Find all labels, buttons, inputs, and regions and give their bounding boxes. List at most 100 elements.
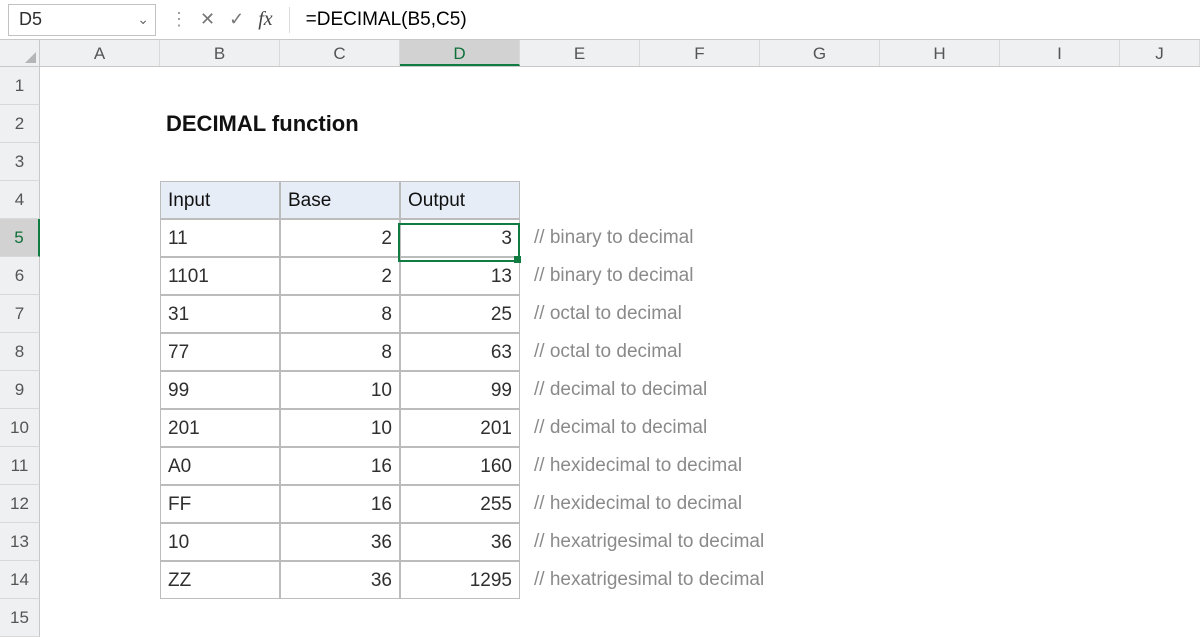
cell-G12[interactable] — [760, 485, 880, 523]
cell-D5[interactable]: 3 — [400, 219, 520, 257]
cell-B1[interactable] — [160, 67, 280, 105]
cell-C9[interactable]: 10 — [280, 371, 400, 409]
cell-B4[interactable]: Input — [160, 181, 280, 219]
cell-J15[interactable] — [1120, 599, 1200, 637]
cell-H7[interactable] — [880, 295, 1000, 333]
cell-B5[interactable]: 11 — [160, 219, 280, 257]
row-header-11[interactable]: 11 — [0, 447, 40, 485]
cell-D6[interactable]: 13 — [400, 257, 520, 295]
cell-D9[interactable]: 99 — [400, 371, 520, 409]
cell-F10[interactable] — [640, 409, 760, 447]
cell-E2[interactable] — [520, 105, 640, 143]
cell-G11[interactable] — [760, 447, 880, 485]
cell-H13[interactable] — [880, 523, 1000, 561]
row-header-2[interactable]: 2 — [0, 105, 40, 143]
column-header-A[interactable]: A — [40, 40, 160, 66]
cell-H6[interactable] — [880, 257, 1000, 295]
cell-J12[interactable] — [1120, 485, 1200, 523]
cell-I4[interactable] — [1000, 181, 1120, 219]
cell-D8[interactable]: 63 — [400, 333, 520, 371]
cell-F14[interactable] — [640, 561, 760, 599]
cell-B7[interactable]: 31 — [160, 295, 280, 333]
cell-D7[interactable]: 25 — [400, 295, 520, 333]
column-header-F[interactable]: F — [640, 40, 760, 66]
cell-I13[interactable] — [1000, 523, 1120, 561]
cell-E7[interactable]: // octal to decimal — [520, 295, 640, 333]
cell-I8[interactable] — [1000, 333, 1120, 371]
cell-I1[interactable] — [1000, 67, 1120, 105]
cell-D4[interactable]: Output — [400, 181, 520, 219]
cell-J5[interactable] — [1120, 219, 1200, 257]
cell-D13[interactable]: 36 — [400, 523, 520, 561]
row-header-4[interactable]: 4 — [0, 181, 40, 219]
cell-A2[interactable] — [40, 105, 160, 143]
cell-C15[interactable] — [280, 599, 400, 637]
column-header-E[interactable]: E — [520, 40, 640, 66]
cell-J9[interactable] — [1120, 371, 1200, 409]
cell-J6[interactable] — [1120, 257, 1200, 295]
row-header-12[interactable]: 12 — [0, 485, 40, 523]
cell-E14[interactable]: // hexatrigesimal to decimal — [520, 561, 640, 599]
cell-H5[interactable] — [880, 219, 1000, 257]
cell-J10[interactable] — [1120, 409, 1200, 447]
cell-A10[interactable] — [40, 409, 160, 447]
cell-D15[interactable] — [400, 599, 520, 637]
cell-D1[interactable] — [400, 67, 520, 105]
drag-handle-icon[interactable]: ⋮ — [170, 9, 186, 30]
cell-H12[interactable] — [880, 485, 1000, 523]
cell-F3[interactable] — [640, 143, 760, 181]
cell-C13[interactable]: 36 — [280, 523, 400, 561]
cell-E13[interactable]: // hexatrigesimal to decimal — [520, 523, 640, 561]
cell-I7[interactable] — [1000, 295, 1120, 333]
column-header-H[interactable]: H — [880, 40, 1000, 66]
cell-A14[interactable] — [40, 561, 160, 599]
row-header-7[interactable]: 7 — [0, 295, 40, 333]
cell-H15[interactable] — [880, 599, 1000, 637]
cell-E15[interactable] — [520, 599, 640, 637]
cell-F8[interactable] — [640, 333, 760, 371]
cell-I11[interactable] — [1000, 447, 1120, 485]
cell-I10[interactable] — [1000, 409, 1120, 447]
cell-B15[interactable] — [160, 599, 280, 637]
cell-A11[interactable] — [40, 447, 160, 485]
cell-C6[interactable]: 2 — [280, 257, 400, 295]
cell-A3[interactable] — [40, 143, 160, 181]
cell-F5[interactable] — [640, 219, 760, 257]
cell-H11[interactable] — [880, 447, 1000, 485]
cell-F15[interactable] — [640, 599, 760, 637]
cell-B10[interactable]: 201 — [160, 409, 280, 447]
cell-G1[interactable] — [760, 67, 880, 105]
cell-G3[interactable] — [760, 143, 880, 181]
row-header-10[interactable]: 10 — [0, 409, 40, 447]
cell-G15[interactable] — [760, 599, 880, 637]
cell-A1[interactable] — [40, 67, 160, 105]
row-header-14[interactable]: 14 — [0, 561, 40, 599]
cell-F12[interactable] — [640, 485, 760, 523]
column-header-D[interactable]: D — [400, 40, 520, 66]
cell-E4[interactable] — [520, 181, 640, 219]
cell-G6[interactable] — [760, 257, 880, 295]
cell-C11[interactable]: 16 — [280, 447, 400, 485]
row-header-9[interactable]: 9 — [0, 371, 40, 409]
cell-H3[interactable] — [880, 143, 1000, 181]
cell-D11[interactable]: 160 — [400, 447, 520, 485]
cell-G7[interactable] — [760, 295, 880, 333]
cell-B13[interactable]: 10 — [160, 523, 280, 561]
cell-F9[interactable] — [640, 371, 760, 409]
cell-A12[interactable] — [40, 485, 160, 523]
row-header-3[interactable]: 3 — [0, 143, 40, 181]
cell-C12[interactable]: 16 — [280, 485, 400, 523]
cell-B12[interactable]: FF — [160, 485, 280, 523]
name-box[interactable]: D5 ⌄ — [8, 4, 156, 36]
cell-D12[interactable]: 255 — [400, 485, 520, 523]
cell-B8[interactable]: 77 — [160, 333, 280, 371]
cell-B6[interactable]: 1101 — [160, 257, 280, 295]
cell-E1[interactable] — [520, 67, 640, 105]
cell-G2[interactable] — [760, 105, 880, 143]
cancel-icon[interactable]: ✕ — [200, 9, 215, 30]
cell-G14[interactable] — [760, 561, 880, 599]
cell-G4[interactable] — [760, 181, 880, 219]
row-header-13[interactable]: 13 — [0, 523, 40, 561]
row-header-15[interactable]: 15 — [0, 599, 40, 637]
cell-E5[interactable]: // binary to decimal — [520, 219, 640, 257]
